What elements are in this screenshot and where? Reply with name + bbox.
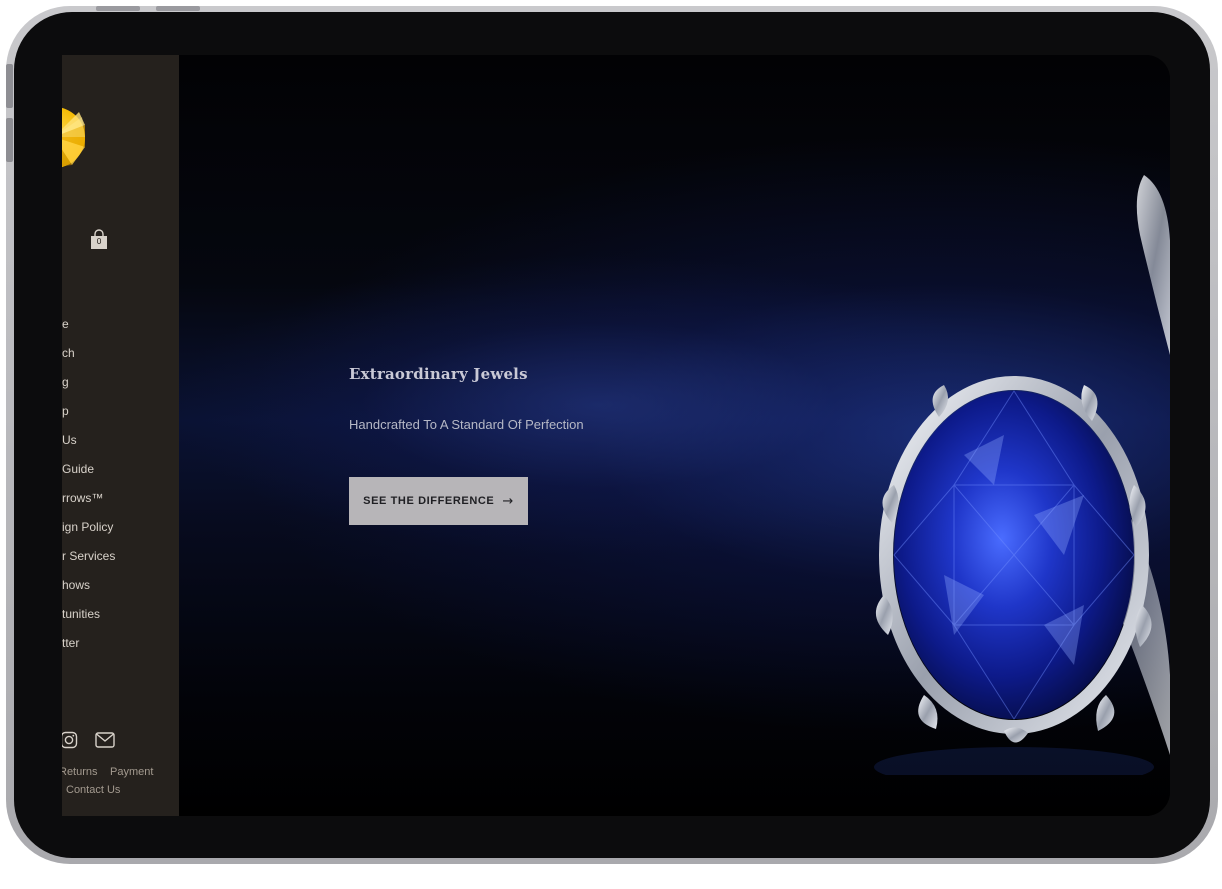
nav-item-blog[interactable]: g: [62, 373, 179, 402]
nav-item-label: tunities: [62, 607, 101, 621]
nav-item-shop[interactable]: p: [62, 402, 179, 431]
top-button: [156, 6, 200, 11]
footer-link-payment[interactable]: Payment: [110, 766, 153, 778]
nav-item-label: g: [62, 375, 69, 389]
nav-item-design-policy[interactable]: ign Policy: [62, 518, 179, 547]
nav-item-shows[interactable]: hows: [62, 576, 179, 605]
hero-title: Extraordinary Jewels: [349, 365, 528, 383]
nav-item-about-us[interactable]: Us: [62, 431, 179, 460]
nav-item-opportunities[interactable]: tunities: [62, 605, 179, 634]
power-button: [96, 6, 140, 11]
nav-item-newsletter[interactable]: tter: [62, 634, 179, 663]
nav-item-guide[interactable]: Guide: [62, 460, 179, 489]
nav-item-label: Us: [62, 433, 77, 447]
tablet-screen: 0 e ch g p Us Guide rrows™ ign Policy r …: [62, 55, 1170, 816]
nav-item-label: Guide: [62, 462, 95, 476]
nav-item-services[interactable]: r Services: [62, 547, 179, 576]
hero-banner: Extraordinary Jewels Handcrafted To A St…: [179, 55, 1170, 816]
sidebar-nav: e ch g p Us Guide rrows™ ign Policy r Se…: [62, 315, 179, 663]
sidebar: 0 e ch g p Us Guide rrows™ ign Policy r …: [62, 55, 179, 816]
footer-link-returns[interactable]: Returns: [62, 766, 98, 778]
nav-item-home[interactable]: e: [62, 315, 179, 344]
nav-item-label: ch: [62, 346, 75, 360]
nav-item-label: hows: [62, 578, 91, 592]
volume-down-button: [6, 118, 13, 162]
see-the-difference-button[interactable]: SEE THE DIFFERENCE →: [349, 477, 528, 525]
sapphire-ring-image: [874, 175, 1170, 775]
nav-item-arrows[interactable]: rrows™: [62, 489, 179, 518]
nav-item-label: tter: [62, 636, 80, 650]
cart-button[interactable]: 0: [89, 229, 109, 251]
instagram-icon[interactable]: [62, 731, 78, 749]
cta-label: SEE THE DIFFERENCE: [363, 495, 495, 507]
mail-icon[interactable]: [95, 732, 115, 748]
footer-link-contact-us[interactable]: Contact Us: [66, 784, 120, 796]
nav-item-label: r Services: [62, 549, 116, 563]
nav-item-search[interactable]: ch: [62, 344, 179, 373]
sun-logo-icon[interactable]: [62, 107, 85, 168]
nav-item-label: ign Policy: [62, 520, 114, 534]
hero-subtitle: Handcrafted To A Standard Of Perfection: [349, 417, 584, 432]
nav-item-label: rrows™: [62, 491, 104, 505]
nav-item-label: p: [62, 404, 69, 418]
nav-item-label: e: [62, 317, 69, 331]
cart-count: 0: [96, 237, 102, 246]
volume-up-button: [6, 64, 13, 108]
arrow-right-icon: →: [502, 493, 514, 509]
